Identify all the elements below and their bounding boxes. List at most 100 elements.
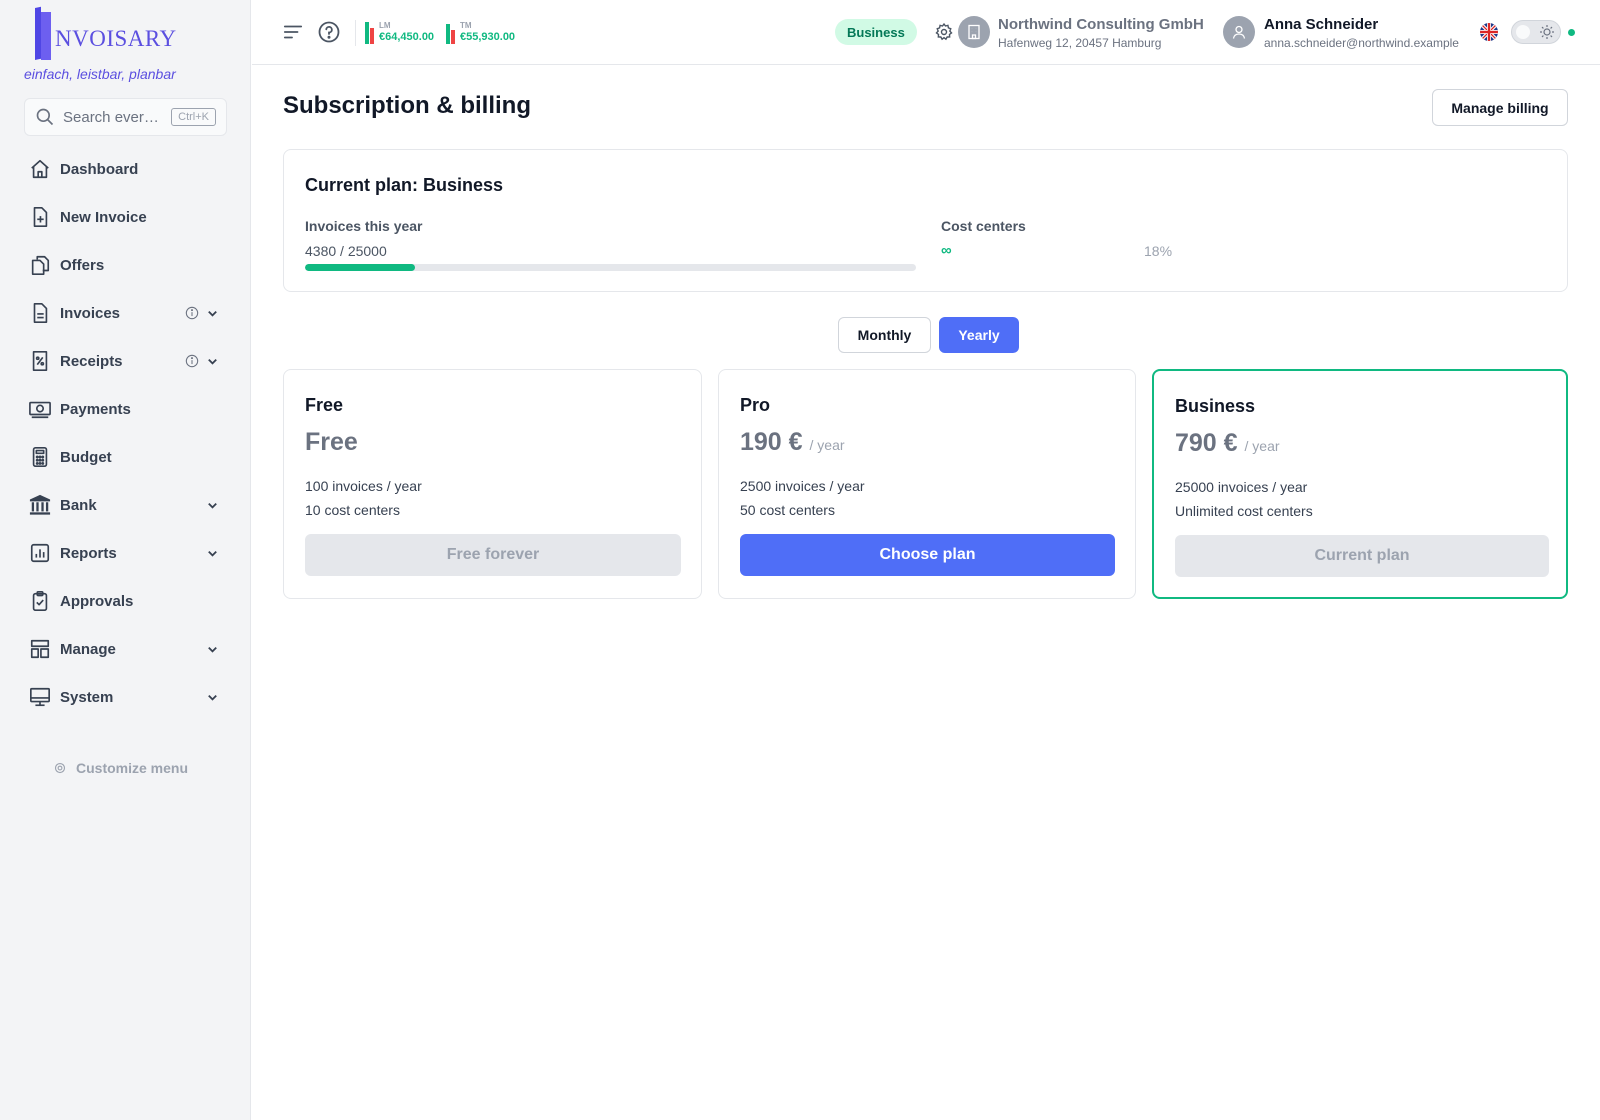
invoices-usage-count: 4380 / 25000 xyxy=(305,243,387,259)
sidebar-item-offers[interactable]: Offers xyxy=(0,241,251,289)
manage-billing-button[interactable]: Manage billing xyxy=(1432,89,1568,126)
sidebar-item-bank[interactable]: Bank xyxy=(0,481,251,529)
sidebar-item-label: Offers xyxy=(60,256,105,274)
stat-value: €64,450.00 xyxy=(379,30,435,43)
company-address: Hafenweg 12, 20457 Hamburg xyxy=(998,36,1162,50)
top-header: LM €64,450.00 TM €55,930.00 Business Nor… xyxy=(252,0,1600,65)
sidebar-item-label: Invoices xyxy=(60,304,121,322)
plan-badge[interactable]: Business xyxy=(835,19,917,45)
sun-icon xyxy=(1540,25,1554,39)
plan-name: Business xyxy=(1175,396,1256,416)
brand-logo[interactable]: NVOISARY xyxy=(33,6,177,60)
sidebar-item-budget[interactable]: Budget xyxy=(0,433,251,481)
period-monthly-button[interactable]: Monthly xyxy=(838,317,931,353)
gear-icon[interactable] xyxy=(934,22,954,42)
customize-menu-button[interactable]: Customize menu xyxy=(54,760,188,776)
plan-card-free: Free Free 100 invoices / year 10 cost ce… xyxy=(283,369,702,599)
invoices-progress-bar xyxy=(305,264,916,271)
calculator-icon xyxy=(28,445,52,469)
search-input[interactable] xyxy=(63,108,172,126)
logo-mark-icon xyxy=(33,6,53,60)
monitor-icon xyxy=(28,685,52,709)
plan-feature-cost-centers: 50 cost centers xyxy=(740,502,835,518)
user-email: anna.schneider@northwind.example xyxy=(1264,36,1459,50)
sidebar-item-label: Reports xyxy=(60,544,117,562)
chevron-down-icon[interactable] xyxy=(206,643,219,656)
company-name[interactable]: Northwind Consulting GmbH xyxy=(998,16,1204,33)
sidebar-item-label: Receipts xyxy=(60,352,123,370)
user-icon xyxy=(1232,25,1246,39)
chevron-down-icon[interactable] xyxy=(206,355,219,368)
plan-card-pro: Pro 190 € / year 2500 invoices / year 50… xyxy=(718,369,1136,599)
sidebar-item-new-invoice[interactable]: New Invoice xyxy=(0,193,251,241)
plan-price-amount: 790 € xyxy=(1175,429,1238,457)
sidebar-item-receipts[interactable]: Receipts xyxy=(0,337,251,385)
sidebar: NVOISARY einfach, leistbar, planbar Ctrl… xyxy=(0,0,251,1120)
bank-icon xyxy=(28,493,52,517)
stat-value: €55,930.00 xyxy=(460,30,516,43)
user-avatar[interactable] xyxy=(1223,16,1255,48)
building-icon xyxy=(968,24,980,40)
current-plan-button[interactable]: Current plan xyxy=(1175,535,1549,577)
plan-price-amount: Free xyxy=(305,428,358,456)
sidebar-item-dashboard[interactable]: Dashboard xyxy=(0,145,251,193)
plan-feature-cost-centers: 10 cost centers xyxy=(305,502,400,518)
sidebar-nav: Dashboard New Invoice Offers Invoices Re… xyxy=(0,145,251,721)
plan-price: 790 € / year xyxy=(1175,429,1280,458)
chart-icon xyxy=(28,541,52,565)
stat-this-month[interactable]: TM €55,930.00 xyxy=(446,19,515,45)
plan-card-business: Business 790 € / year 25000 invoices / y… xyxy=(1152,369,1568,599)
sidebar-item-label: Dashboard xyxy=(60,160,139,178)
theme-toggle[interactable] xyxy=(1511,20,1561,44)
sidebar-item-label: Bank xyxy=(60,496,97,514)
home-icon xyxy=(28,157,52,181)
stat-last-month[interactable]: LM €64,450.00 xyxy=(365,19,434,45)
banknote-icon xyxy=(28,397,52,421)
sidebar-item-payments[interactable]: Payments xyxy=(0,385,251,433)
sidebar-item-reports[interactable]: Reports xyxy=(0,529,251,577)
sidebar-item-label: Manage xyxy=(60,640,116,658)
plan-price: 190 € / year xyxy=(740,428,845,457)
menu-toggle-icon[interactable] xyxy=(282,21,304,43)
info-icon[interactable] xyxy=(185,306,199,320)
chevron-down-icon[interactable] xyxy=(206,307,219,320)
stat-label: TM xyxy=(460,20,472,30)
sidebar-item-invoices[interactable]: Invoices xyxy=(0,289,251,337)
plan-price: Free xyxy=(305,428,358,457)
plan-feature-invoices: 100 invoices / year xyxy=(305,478,422,494)
uk-flag-icon[interactable] xyxy=(1480,23,1498,41)
sidebar-item-approvals[interactable]: Approvals xyxy=(0,577,251,625)
chevron-down-icon[interactable] xyxy=(206,691,219,704)
sidebar-item-label: New Invoice xyxy=(60,208,147,226)
sidebar-item-manage[interactable]: Manage xyxy=(0,625,251,673)
chevron-down-icon[interactable] xyxy=(206,547,219,560)
invoices-progress-fill xyxy=(305,264,415,271)
search-box[interactable]: Ctrl+K xyxy=(24,98,227,136)
file-plus-icon xyxy=(28,205,52,229)
bar-chart-icon xyxy=(365,20,375,44)
plan-price-amount: 190 € xyxy=(740,428,803,456)
free-forever-button[interactable]: Free forever xyxy=(305,534,681,576)
sidebar-item-system[interactable]: System xyxy=(0,673,251,721)
plan-feature-invoices: 2500 invoices / year xyxy=(740,478,865,494)
stat-label: LM xyxy=(379,20,391,30)
search-icon xyxy=(36,108,54,126)
user-name[interactable]: Anna Schneider xyxy=(1264,16,1378,33)
sidebar-item-label: System xyxy=(60,688,114,706)
clipboard-check-icon xyxy=(28,589,52,613)
info-icon[interactable] xyxy=(185,354,199,368)
company-avatar[interactable] xyxy=(958,16,990,48)
settings-small-icon xyxy=(54,762,66,774)
choose-plan-button[interactable]: Choose plan xyxy=(740,534,1115,576)
copy-icon xyxy=(28,253,52,277)
chevron-down-icon[interactable] xyxy=(206,499,219,512)
sidebar-item-label: Payments xyxy=(60,400,131,418)
plan-feature-cost-centers: Unlimited cost centers xyxy=(1175,503,1313,519)
brand-tagline: einfach, leistbar, planbar xyxy=(24,66,176,82)
invoices-usage-label: Invoices this year xyxy=(305,218,423,234)
layout-icon xyxy=(28,637,52,661)
search-shortcut-hint: Ctrl+K xyxy=(171,108,216,126)
period-yearly-button[interactable]: Yearly xyxy=(939,317,1019,353)
logo-text: NVOISARY xyxy=(55,26,177,51)
help-icon[interactable] xyxy=(317,20,341,44)
